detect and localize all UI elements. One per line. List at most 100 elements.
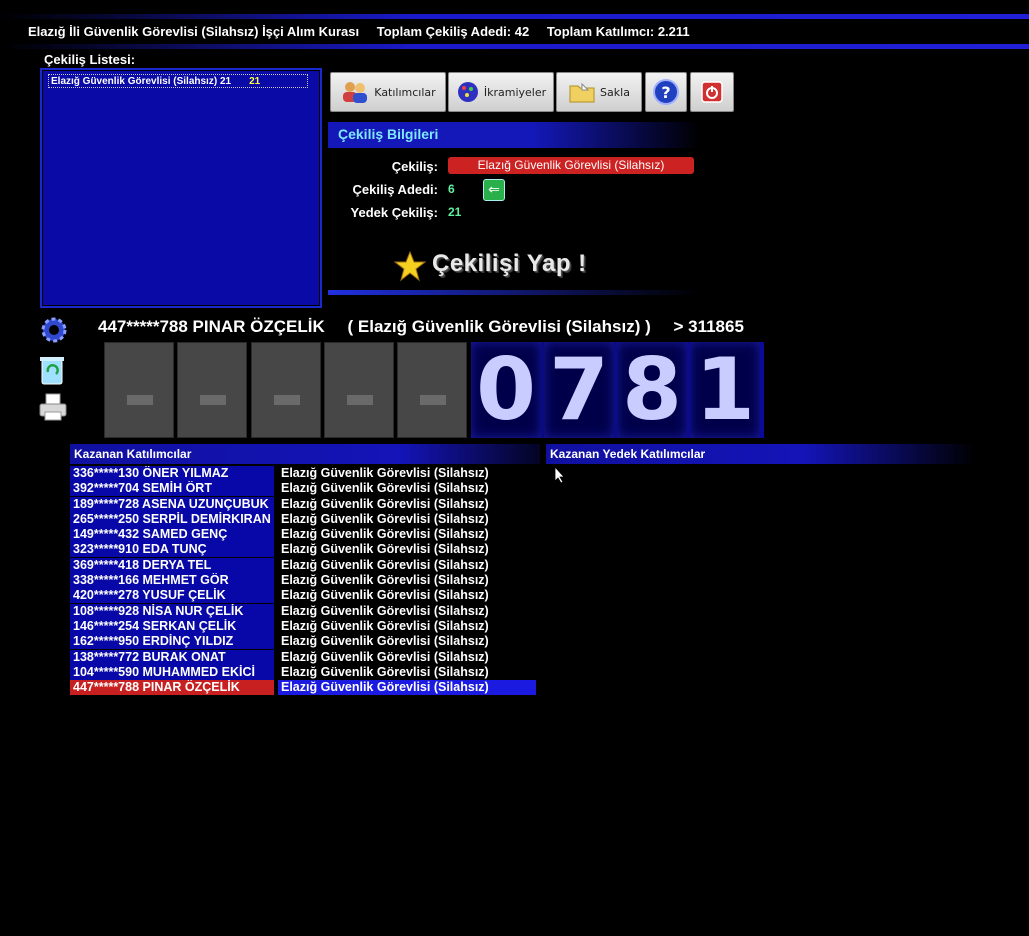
prizes-label: İkramiyeler [483,85,547,99]
mouse-cursor-icon [554,466,565,484]
ticker-winner: 447*****788 PINAR ÖZÇELİK [98,317,325,336]
winner-name: 149*****432 SAMED GENÇ [70,527,274,543]
digit-placeholder [274,395,300,405]
digit-cell [177,342,247,438]
star-icon [394,250,426,282]
draw-list-label: Çekiliş Listesi: [44,52,136,67]
digit-placeholder [200,395,226,405]
help-icon: ? [653,79,679,105]
winner-name: 447*****788 PINAR ÖZÇELİK [70,680,274,696]
winner-row[interactable]: 336*****130 ÖNER YILMAZ Elazığ Güvenlik G… [70,466,540,481]
winner-name: 420*****278 YUSUF ÇELİK [70,588,274,604]
power-icon [701,81,723,103]
total-participants: Toplam Katılımcı: 2.211 [546,24,690,39]
winner-name: 162*****950 ERDİNÇ YILDIZ [70,634,274,650]
draw-action-button[interactable]: Çekilişi Yap ! [432,250,587,278]
winner-category: Elazığ Güvenlik Görevlisi (Silahsız) [281,511,489,526]
winner-category: Elazığ Güvenlik Görevlisi (Silahsız) [281,557,489,572]
winners-header: Kazanan Katılımcılar [70,444,540,464]
digit-value: 7 [549,340,609,440]
digit-value: 0 [476,340,536,440]
winner-name: 265*****250 SERPİL DEMİRKIRAN [70,511,274,527]
digit-cell: 8 [617,342,687,438]
users-icon [343,82,368,103]
reserve-winners-header: Kazanan Yedek Katılımcılar [546,444,976,464]
winner-row[interactable]: 189*****728 ASENA UZUNÇUBUK Elazığ Güvenl… [70,496,540,512]
ticker-category: ( Elazığ Güvenlik Görevlisi (Silahsız) ) [347,317,651,336]
winner-row[interactable]: 104*****590 MUHAMMED EKİCİ Elazığ Güvenli… [70,664,540,680]
winner-row[interactable]: 392*****704 SEMİH ÖRT Elazığ Güvenlik Gör… [70,481,540,497]
draw-list-item[interactable]: Elazığ Güvenlik Görevlisi (Silahsız) 21 2… [48,74,308,88]
top-divider [0,14,1029,19]
winner-name: 104*****590 MUHAMMED EKİCİ [70,664,274,680]
winner-name: 108*****928 NİSA NUR ÇELİK [70,603,274,619]
winner-row[interactable]: 138*****772 BURAK ONAT Elazığ Güvenlik Gö… [70,649,540,665]
recycle-bin-icon[interactable] [38,354,66,386]
draw-list-panel[interactable] [40,68,322,308]
draw-info-footer [328,290,700,295]
draw-value: Elazığ Güvenlik Görevlisi (Silahsız) [448,157,694,174]
draw-list-item-count: 21 [249,76,261,87]
draw-count-value: 6 [448,182,455,196]
save-button[interactable]: Sakla [556,72,642,112]
prize-ball-icon [457,82,478,102]
draw-count-label: Çekiliş Adedi: [352,182,438,197]
winner-name: 323*****910 EDA TUNÇ [70,542,274,558]
winner-row[interactable]: 369*****418 DERYA TEL Elazığ Güvenlik Gör… [70,557,540,573]
folder-icon [569,82,595,103]
participants-button[interactable]: Katılımcılar [330,72,446,112]
winner-name: 336*****130 ÖNER YILMAZ [70,466,274,481]
winner-name: 338*****166 MEHMET GÖR [70,573,274,589]
digit-cell [104,342,174,438]
app-title: Elazığ İli Güvenlik Görevlisi (Silahsız)… [28,24,360,39]
winner-category: Elazığ Güvenlik Görevlisi (Silahsız) [281,634,489,649]
winner-row[interactable]: 265*****250 SERPİL DEMİRKIRAN Elazığ Güve… [70,511,540,527]
help-button[interactable]: ? [645,72,687,112]
back-button[interactable]: ⇐ [483,179,505,201]
digit-placeholder [420,395,446,405]
gear-icon[interactable] [40,316,68,344]
winner-name: 369*****418 DERYA TEL [70,557,274,573]
prizes-button[interactable]: İkramiyeler [448,72,554,112]
winner-row[interactable]: 146*****254 SERKAN ÇELİK Elazığ Güvenlik … [70,618,540,634]
svg-text:?: ? [661,83,670,102]
arrow-left-icon: ⇐ [488,181,500,197]
digit-placeholder [127,395,153,405]
winner-category: Elazığ Güvenlik Görevlisi (Silahsız) [281,603,489,618]
winner-row[interactable]: 162*****950 ERDİNÇ YILDIZ Elazığ Güvenlik… [70,634,540,650]
digit-cell: 1 [690,342,760,438]
participants-label: Katılımcılar [374,85,436,99]
winner-row[interactable]: 323*****910 EDA TUNÇ Elazığ Güvenlik Göre… [70,542,540,558]
draw-label: Çekiliş: [391,159,438,174]
winner-row[interactable]: 447*****788 PINAR ÖZÇELİK Elazığ Güvenlik… [70,680,540,696]
reserve-count-label: Yedek Çekiliş: [350,205,438,220]
total-draws: Toplam Çekiliş Adedi: 42 [376,24,530,39]
winner-category: Elazığ Güvenlik Görevlisi (Silahsız) [281,618,489,633]
winner-name: 392*****704 SEMİH ÖRT [70,481,274,497]
digit-value: 1 [695,340,755,440]
save-label: Sakla [600,85,630,99]
winner-category: Elazığ Güvenlik Görevlisi (Silahsız) [281,588,489,603]
winner-name: 138*****772 BURAK ONAT [70,649,274,665]
winner-category: Elazığ Güvenlik Görevlisi (Silahsız) [281,573,489,588]
reserve-count-value: 21 [448,205,462,219]
winner-category: Elazığ Güvenlik Görevlisi (Silahsız) [281,649,489,664]
winner-category: Elazığ Güvenlik Görevlisi (Silahsız) [281,542,489,557]
winner-row[interactable]: 108*****928 NİSA NUR ÇELİK Elazığ Güvenli… [70,603,540,619]
winners-list: 336*****130 ÖNER YILMAZ Elazığ Güvenlik G… [70,466,540,696]
winner-row[interactable]: 420*****278 YUSUF ÇELİK Elazığ Güvenlik G… [70,588,540,604]
winner-category: Elazığ Güvenlik Görevlisi (Silahsız) [281,664,489,679]
digit-cell: 7 [544,342,614,438]
winner-row[interactable]: 338*****166 MEHMET GÖR Elazığ Güvenlik Gö… [70,573,540,589]
winner-name: 189*****728 ASENA UZUNÇUBUK [70,496,274,512]
winner-row[interactable]: 149*****432 SAMED GENÇ Elazığ Güvenlik Gö… [70,527,540,543]
exit-button[interactable] [690,72,734,112]
winner-category: Elazığ Güvenlik Görevlisi (Silahsız) [278,680,536,696]
draw-list-item-name: Elazığ Güvenlik Görevlisi (Silahsız) 21 [51,76,232,87]
digit-cell [251,342,321,438]
printer-icon[interactable] [38,392,68,422]
digit-cell [397,342,467,438]
ticker-next: > 311865 [673,317,744,336]
digit-value: 8 [622,340,682,440]
winner-category: Elazığ Güvenlik Görevlisi (Silahsız) [281,527,489,542]
